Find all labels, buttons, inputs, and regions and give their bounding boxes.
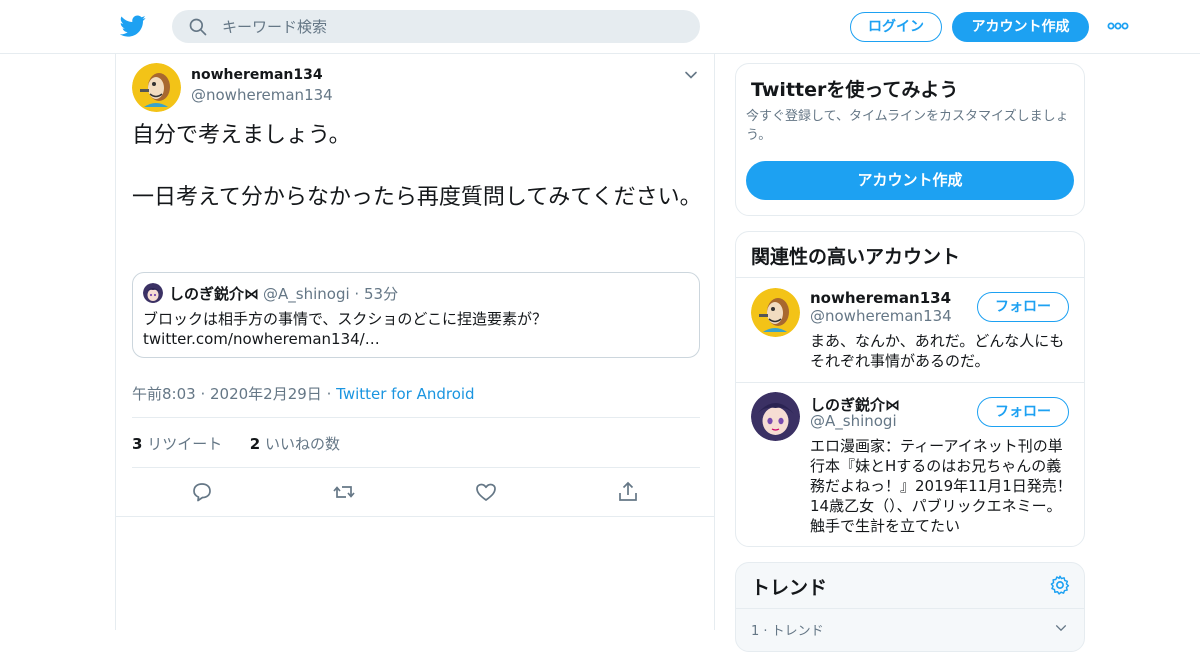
avatar [143,283,163,303]
top-bar: ログイン アカウント作成 [0,0,1200,54]
signup-card-description: 今すぐ登録して、タイムラインをカスタマイズしましょう。 [746,109,1069,143]
account-bio: まあ、なんか、あれだ。どんな人にもそれぞれ事情があるのだ。 [810,332,1065,370]
related-accounts-title: 関連性の高いアカウント [751,246,961,268]
account-avatar-icon [751,288,800,337]
quote-avatar-icon [143,283,163,303]
account-name[interactable]: nowhereman134 [810,289,951,307]
retweet-stat[interactable]: 3 リツイート [132,435,222,453]
author-handle[interactable]: @nowhereman134 [191,86,333,104]
account-handle[interactable]: @A_shinogi [810,412,897,430]
avatar[interactable] [751,288,800,337]
divider [132,467,700,468]
meta-separator: · [326,385,332,403]
signup-card-title: Twitterを使ってみよう [751,79,959,101]
tweet-meta: 午前8:03 · 2020年2月29日 · Twitter for Androi… [132,383,475,404]
account-handle[interactable]: @nowhereman134 [810,307,952,325]
divider [736,608,1084,609]
more-dots-icon[interactable] [1107,18,1129,34]
trends-title: トレンド [751,577,828,599]
like-stat[interactable]: 2 いいねの数 [250,435,340,453]
author-name[interactable]: nowhereman134 [191,67,323,83]
quote-time: 53分 [363,285,399,303]
like-icon[interactable] [474,480,498,504]
tweet-actions [116,476,716,508]
tweet-column: nowhereman134 @nowhereman134 自分で考えましょう。 … [115,54,715,630]
author-avatar-icon [132,63,181,112]
divider [736,277,1084,278]
retweet-label: リツイート [147,435,223,453]
retweet-icon[interactable] [332,480,356,504]
follow-button[interactable]: フォロー [977,397,1069,427]
tweet-stats: 3 リツイート 2 いいねの数 [132,433,340,454]
avatar[interactable] [751,392,800,441]
avatar[interactable] [132,63,181,112]
trends-card: トレンド 1 · トレンド [735,562,1085,652]
share-icon[interactable] [616,480,640,504]
divider [132,417,700,418]
gear-icon[interactable] [1049,574,1071,596]
quote-separator: · [354,285,360,303]
quoted-tweet[interactable]: しのぎ鋭介⋈ @A_shinogi · 53分 ブロックは相手方の事情で、スクショ… [132,272,700,358]
tweet-text: 自分で考えましょう。 一日考えて分からなかったら再度質問してみてください。 [132,123,702,210]
search-box[interactable] [172,10,700,43]
quote-author-name: しのぎ鋭介⋈ [169,285,260,303]
follow-button[interactable]: フォロー [977,292,1069,322]
reply-icon[interactable] [190,480,214,504]
chevron-down-icon[interactable] [1054,621,1068,635]
search-icon [189,18,207,36]
tweet-timestamp[interactable]: 午前8:03 · 2020年2月29日 [132,385,322,403]
related-accounts-card: 関連性の高いアカウント nowhereman134 @nowhereman134… [735,231,1085,547]
tweet-source-link[interactable]: Twitter for Android [336,385,474,403]
divider [116,516,714,517]
signup-card: Twitterを使ってみよう 今すぐ登録して、タイムラインをカスタマイズしましょ… [735,63,1085,216]
like-count: 2 [249,435,261,453]
login-button[interactable]: ログイン [850,12,942,42]
divider [736,382,1084,383]
quote-header: しのぎ鋭介⋈ @A_shinogi · 53分 [169,283,398,304]
account-avatar-icon [751,392,800,441]
quote-text: ブロックは相手方の事情で、スクショのどこに捏造要素が？ twitter.com/… [143,310,547,348]
signup-button[interactable]: アカウント作成 [952,12,1089,42]
retweet-count: 3 [132,435,143,453]
signup-card-button[interactable]: アカウント作成 [746,161,1074,200]
like-label: いいねの数 [265,435,341,453]
account-bio: エロ漫画家：ティーアイネット刊の単行本『妹とHするのはお兄ちゃんの義務だよねっ！… [810,437,1072,535]
search-input[interactable] [222,10,682,43]
chevron-down-icon[interactable] [683,67,699,83]
quote-author-handle: @A_shinogi [263,285,350,303]
twitter-bird-icon[interactable] [120,13,146,39]
